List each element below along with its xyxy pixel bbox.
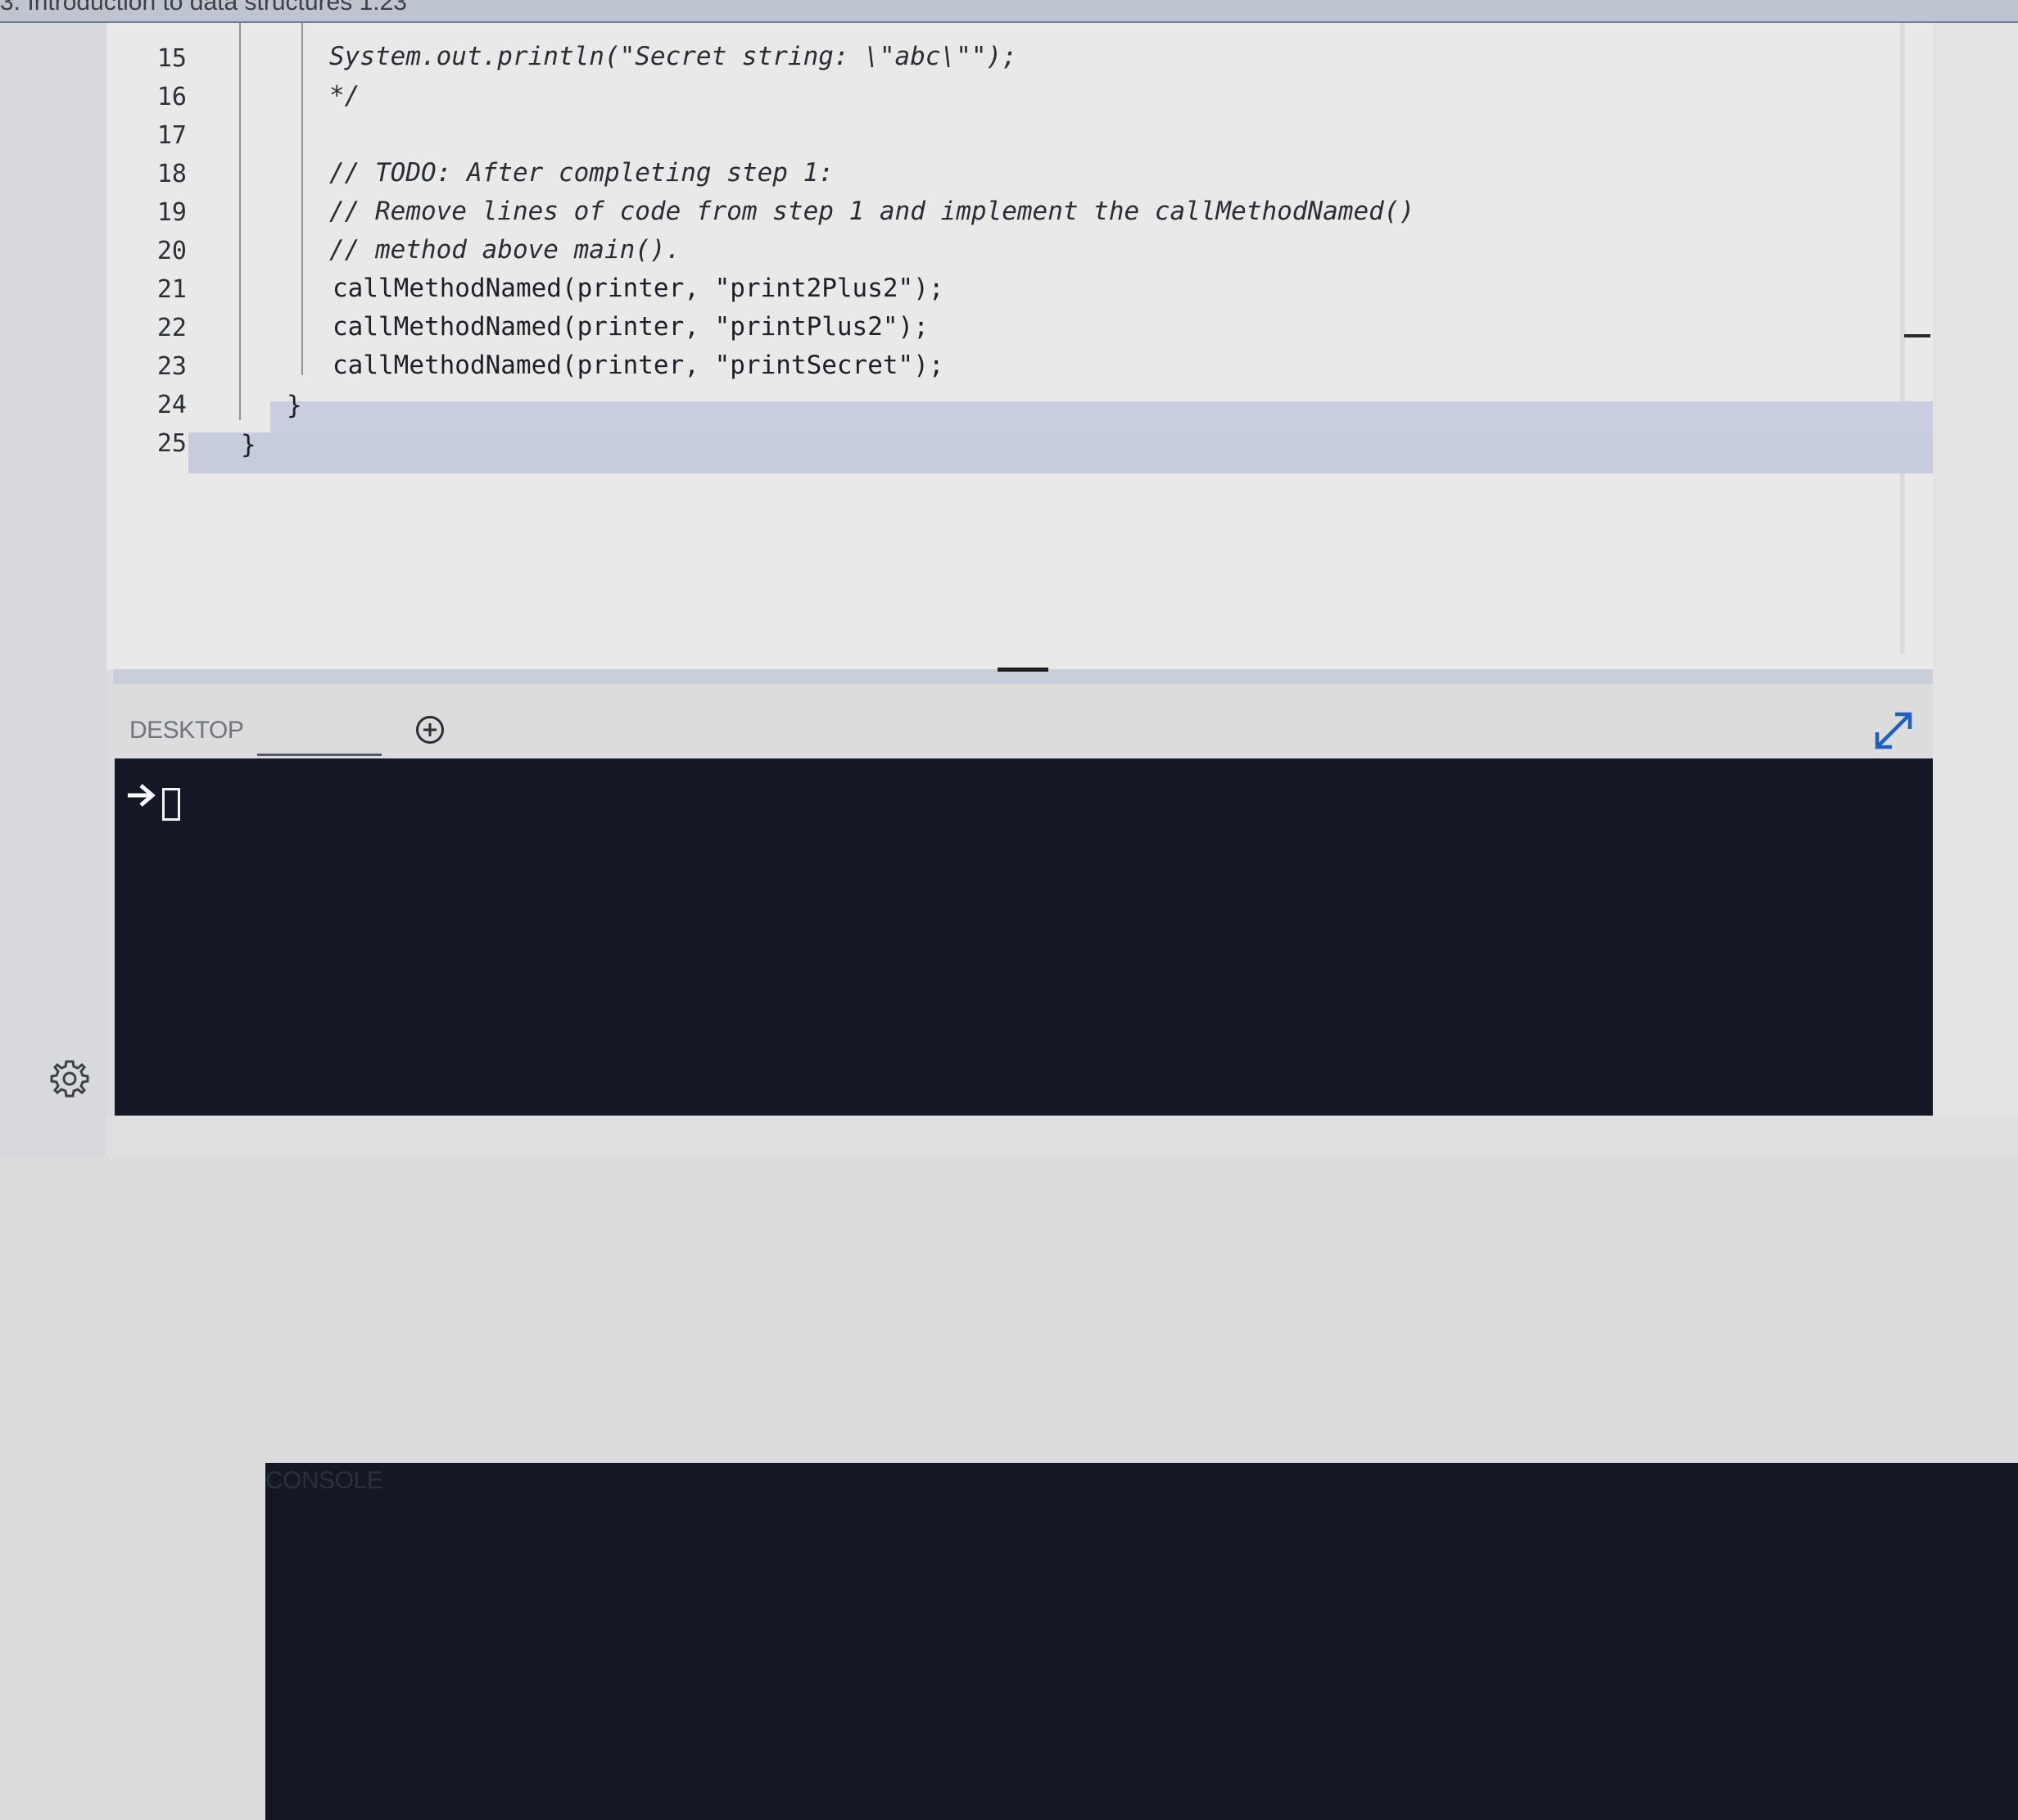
window-title: 3. Introduction to data structures 1.23 — [0, 0, 407, 16]
line-number-gutter: 15 16 17 18 19 20 21 22 23 24 25 — [106, 23, 188, 473]
expand-icon[interactable] — [1871, 708, 1916, 754]
gear-icon[interactable] — [48, 1057, 92, 1101]
code-line: } — [241, 430, 256, 460]
code-line: // TODO: After completing step 1: — [329, 158, 834, 188]
code-line: // Remove lines of code from step 1 and … — [329, 197, 1415, 226]
line-number: 24 — [156, 391, 187, 419]
code-line: } — [287, 391, 302, 420]
indent-guide — [239, 23, 241, 420]
window-title-bar: 3. Introduction to data structures 1.23 — [0, 0, 2018, 23]
indent-guide — [301, 23, 303, 375]
active-tab-indicator — [257, 754, 382, 756]
code-line: callMethodNamed(printer, "printSecret"); — [333, 351, 944, 380]
tab-console[interactable]: CONSOLE — [265, 1463, 2018, 1820]
line-number: 15 — [156, 44, 187, 73]
line-number: 20 — [156, 237, 187, 265]
left-rail — [0, 23, 106, 1157]
line-number: 18 — [156, 160, 187, 188]
bottom-strip — [106, 1116, 2018, 1157]
code-editor[interactable]: 15 16 17 18 19 20 21 22 23 24 25 System.… — [106, 23, 1933, 670]
code-line: // method above main(). — [329, 235, 681, 265]
line-number: 25 — [156, 429, 187, 458]
panel-splitter[interactable] — [113, 668, 1933, 684]
line-number: 21 — [156, 275, 187, 304]
code-line: System.out.println("Secret string: \"abc… — [329, 42, 1017, 71]
arrow-right-icon — [128, 784, 156, 807]
right-margin — [1933, 23, 2018, 1157]
code-line: */ — [329, 81, 360, 111]
code-area[interactable]: System.out.println("Secret string: \"abc… — [188, 23, 1933, 473]
bottom-tab-bar: DESKTOP CONSOLE — [113, 704, 2018, 1820]
console-output[interactable] — [115, 758, 1933, 1116]
tab-desktop[interactable]: DESKTOP — [129, 713, 244, 749]
line-number: 16 — [156, 83, 187, 111]
code-line: callMethodNamed(printer, "print2Plus2"); — [333, 274, 944, 303]
line-number: 17 — [156, 121, 187, 150]
line-number: 19 — [156, 198, 187, 227]
plus-circle-icon[interactable] — [414, 714, 446, 745]
console-cursor — [162, 788, 180, 821]
splitter-grip[interactable] — [998, 668, 1048, 672]
line-number: 23 — [156, 352, 187, 381]
code-line: callMethodNamed(printer, "printPlus2"); — [333, 312, 929, 342]
line-number: 22 — [156, 314, 187, 342]
